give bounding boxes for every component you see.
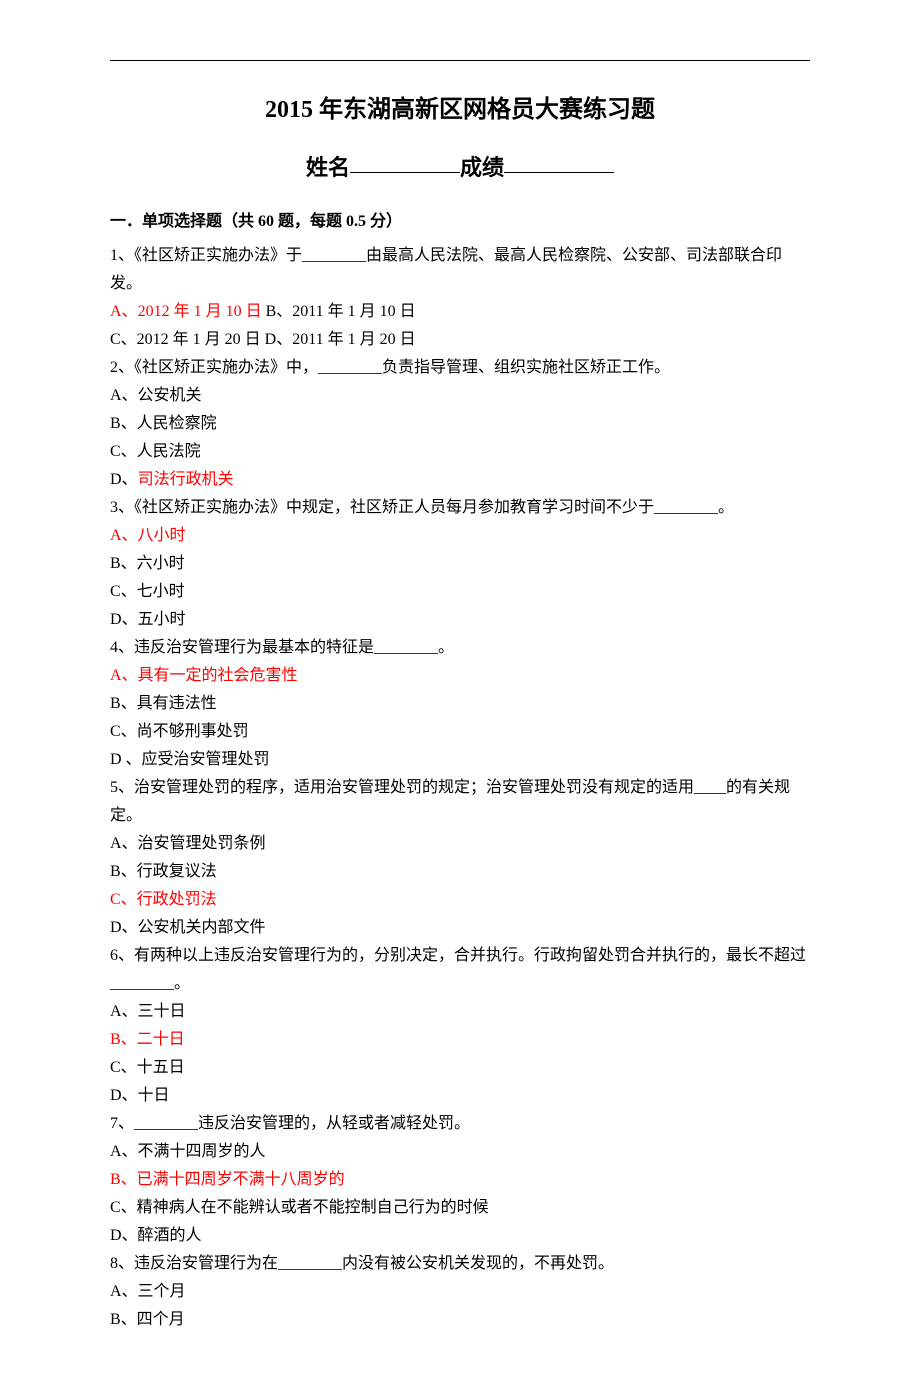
score-blank: [504, 172, 614, 173]
name-score-line: 姓名 成绩: [110, 149, 810, 188]
q7-option-b: B、已满十四周岁不满十八周岁的: [110, 1166, 810, 1194]
question-8: 8、违反治安管理行为在________内没有被公安机关发现的，不再处罚。: [110, 1250, 810, 1278]
q1-option-b: B、2011 年 1 月 10 日: [262, 303, 416, 320]
q4-option-d: D 、应受治安管理处罚: [110, 746, 810, 774]
question-4: 4、违反治安管理行为最基本的特征是________。: [110, 634, 810, 662]
name-blank: [350, 172, 460, 173]
q4-option-c: C、尚不够刑事处罚: [110, 718, 810, 746]
q1-options-cd: C、2012 年 1 月 20 日 D、2011 年 1 月 20 日: [110, 326, 810, 354]
question-3: 3、《社区矫正实施办法》中规定，社区矫正人员每月参加教育学习时间不少于_____…: [110, 494, 810, 522]
q8-option-a: A、三个月: [110, 1278, 810, 1306]
q7-option-c: C、精神病人在不能辨认或者不能控制自己行为的时候: [110, 1194, 810, 1222]
top-horizontal-rule: [110, 60, 810, 61]
q1-option-a-prefix: A、: [110, 303, 138, 320]
q6-option-d: D、十日: [110, 1082, 810, 1110]
q4-option-b: B、具有违法性: [110, 690, 810, 718]
q7-option-d: D、醉酒的人: [110, 1222, 810, 1250]
section-1-header: 一．单项选择题（共 60 题，每题 0.5 分）: [110, 208, 810, 236]
q4-option-a: A、具有一定的社会危害性: [110, 662, 810, 690]
q5-option-d: D、公安机关内部文件: [110, 914, 810, 942]
q6-option-a: A、三十日: [110, 998, 810, 1026]
name-label: 姓名: [306, 155, 350, 180]
q2-option-b: B、人民检察院: [110, 410, 810, 438]
score-label: 成绩: [460, 155, 504, 180]
question-2: 2、《社区矫正实施办法》中，________负责指导管理、组织实施社区矫正工作。: [110, 354, 810, 382]
question-6: 6、有两种以上违反治安管理行为的，分别决定，合并执行。行政拘留处罚合并执行的，最…: [110, 942, 810, 998]
q2-option-d: D、司法行政机关: [110, 466, 810, 494]
q3-option-c: C、七小时: [110, 578, 810, 606]
q3-option-a: A、八小时: [110, 522, 810, 550]
q5-option-b: B、行政复议法: [110, 858, 810, 886]
question-1: 1、《社区矫正实施办法》于________由最高人民法院、最高人民检察院、公安部…: [110, 242, 810, 298]
q2-option-d-text: 司法行政机关: [138, 471, 234, 488]
q1-options-ab: A、2012 年 1 月 10 日 B、2011 年 1 月 10 日: [110, 298, 810, 326]
q3-option-b: B、六小时: [110, 550, 810, 578]
q1-option-a: 2012 年 1 月 10 日: [138, 303, 262, 320]
question-7: 7、________违反治安管理的，从轻或者减轻处罚。: [110, 1110, 810, 1138]
q7-option-a: A、不满十四周岁的人: [110, 1138, 810, 1166]
q2-option-d-prefix: D、: [110, 471, 138, 488]
q8-option-b: B、四个月: [110, 1306, 810, 1334]
question-5: 5、治安管理处罚的程序，适用治安管理处罚的规定；治安管理处罚没有规定的适用___…: [110, 774, 810, 830]
q2-option-a: A、公安机关: [110, 382, 810, 410]
q5-option-c: C、行政处罚法: [110, 886, 810, 914]
q6-option-b: B、二十日: [110, 1026, 810, 1054]
q2-option-c: C、人民法院: [110, 438, 810, 466]
document-title: 2015 年东湖高新区网格员大赛练习题: [110, 89, 810, 131]
q5-option-a: A、治安管理处罚条例: [110, 830, 810, 858]
q6-option-c: C、十五日: [110, 1054, 810, 1082]
q3-option-d: D、五小时: [110, 606, 810, 634]
